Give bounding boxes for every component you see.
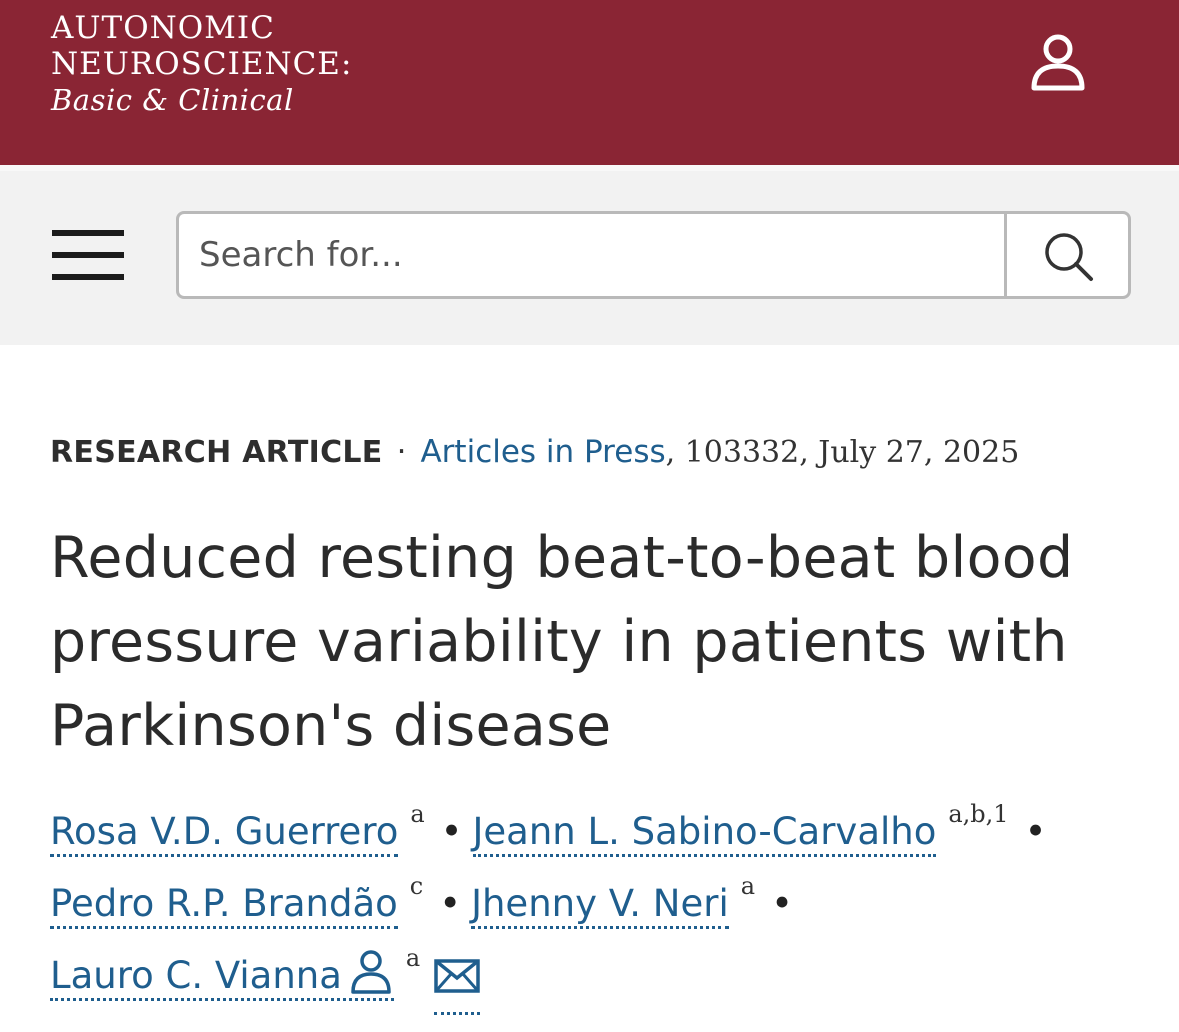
hamburger-menu-icon-bar [52, 252, 124, 258]
magnifier-icon [1045, 233, 1093, 281]
article-details: , 103332, July 27, 2025 [665, 435, 1020, 470]
author-affiliation: a [740, 872, 756, 900]
author-separator: • [440, 810, 463, 853]
journal-logo-line3: Basic & Clinical [51, 83, 294, 117]
journal-header: AUTONOMIC NEUROSCIENCE: Basic & Clinical [0, 0, 1179, 165]
author-separator: • [439, 882, 462, 925]
person-icon [351, 950, 391, 994]
search-button[interactable] [1004, 214, 1128, 296]
author-link[interactable]: Pedro R.P. Brandão [50, 882, 398, 929]
author-separator: • [1024, 810, 1047, 853]
author-affiliation: c [409, 872, 424, 900]
author-link[interactable]: Jhenny V. Neri [471, 882, 729, 929]
author-link[interactable]: Jeann L. Sabino-Carvalho [472, 810, 937, 857]
envelope-icon [434, 959, 480, 993]
search-box [176, 211, 1131, 299]
journal-logo-line2: NEUROSCIENCE: [51, 46, 353, 82]
meta-separator: · [396, 434, 407, 470]
author-affiliation: a [410, 800, 425, 828]
author-list: Rosa V.D. Guerrero a • Jeann L. Sabino-Carv… [50, 796, 1160, 1015]
journal-logo-line1: AUTONOMIC [51, 10, 275, 46]
email-author-button[interactable] [434, 940, 481, 1015]
hamburger-menu-icon-bar [52, 274, 124, 280]
account-button[interactable] [1028, 32, 1088, 92]
author-link[interactable]: Rosa V.D. Guerrero [50, 810, 399, 857]
person-icon [1031, 34, 1085, 91]
search-input[interactable] [179, 214, 1004, 296]
journal-logo[interactable]: AUTONOMIC NEUROSCIENCE: Basic & Clinical [51, 10, 352, 118]
article-title: Reduced resting beat-to-beat blood press… [50, 525, 1074, 759]
articles-in-press-link[interactable]: Articles in Press [420, 434, 665, 470]
hamburger-menu-icon [52, 230, 124, 236]
author-separator: • [771, 882, 793, 925]
article-meta: RESEARCH ARTICLE · Articles in Press, 1033… [50, 430, 1019, 475]
author-name: Lauro C. Vianna [50, 954, 342, 997]
article-type: RESEARCH ARTICLE [50, 435, 383, 470]
author-affiliation: a,b,1 [948, 800, 1009, 828]
author-affiliation: a [405, 944, 421, 972]
author-link-corresponding[interactable]: Lauro C. Vianna [50, 950, 394, 1001]
hamburger-menu-button[interactable] [52, 225, 124, 283]
